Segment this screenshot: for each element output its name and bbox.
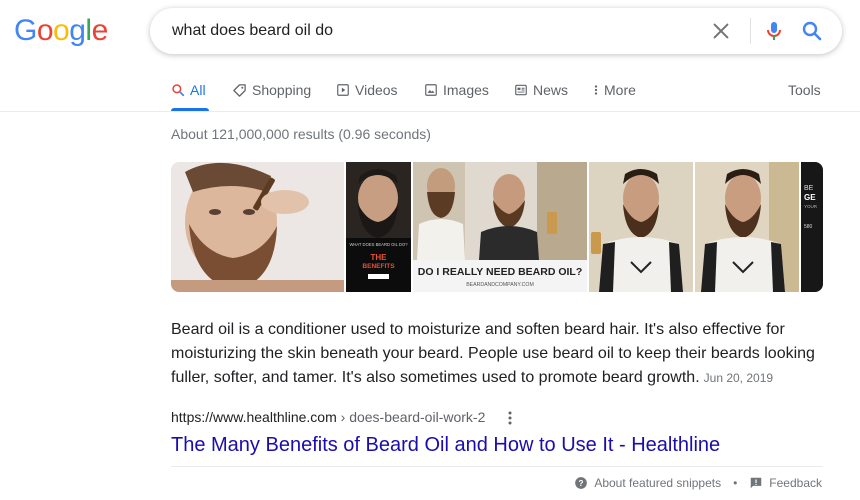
- footer-separator: •: [733, 476, 738, 490]
- thumb-caption: 580: [804, 224, 813, 230]
- svg-text:?: ?: [579, 479, 584, 488]
- tab-label: Images: [443, 82, 489, 98]
- tag-icon: [233, 83, 246, 97]
- image-thumbnail[interactable]: [589, 162, 693, 292]
- google-logo[interactable]: Google: [14, 16, 108, 46]
- tab-label: News: [533, 82, 569, 98]
- thumb-caption: GE: [804, 193, 816, 202]
- snippet-date: Jun 20, 2019: [703, 371, 774, 385]
- beard-growth-image: BE GE YOUR 580: [801, 162, 823, 292]
- search-divider: [750, 18, 751, 44]
- tools-label: Tools: [788, 82, 821, 98]
- svg-text:THE: THE: [371, 253, 388, 262]
- featured-snippet: Beard oil is a conditioner used to moist…: [171, 318, 821, 390]
- beard-benefits-image: WHAT DOES BEARD OIL DO? THE BENEFITS: [346, 162, 411, 292]
- snippet-divider: [171, 466, 823, 467]
- news-icon: [515, 84, 527, 96]
- image-thumbnail[interactable]: [695, 162, 799, 292]
- feedback-icon: [751, 477, 762, 489]
- thumb-caption-top: WHAT DOES BEARD OIL DO?: [349, 242, 408, 247]
- logo-letter: G: [14, 14, 37, 47]
- image-thumbnail[interactable]: DO I REALLY NEED BEARD OIL? BEARDANDCOMP…: [413, 162, 587, 292]
- logo-letter: o: [36, 14, 54, 47]
- tab-videos[interactable]: Videos: [336, 82, 398, 98]
- beard-man-photo-image: [589, 162, 693, 292]
- image-thumbnail[interactable]: BE GE YOUR 580: [801, 162, 823, 292]
- tab-label: Shopping: [252, 82, 312, 98]
- microphone-icon[interactable]: [762, 19, 786, 43]
- image-thumbnail[interactable]: [171, 162, 344, 292]
- result-url[interactable]: https://www.healthline.com › does-beard-…: [171, 409, 485, 425]
- active-tab-indicator: [171, 108, 209, 111]
- tab-news[interactable]: News: [514, 82, 568, 98]
- play-icon: [337, 84, 349, 96]
- tab-label: All: [190, 82, 206, 98]
- cite-path: › does-beard-oil-work-2: [336, 409, 486, 425]
- logo-letter: e: [91, 14, 109, 47]
- tab-label: More: [604, 82, 636, 98]
- logo-letter: o: [53, 14, 70, 47]
- tab-shopping[interactable]: Shopping: [232, 82, 311, 98]
- help-icon: ?: [575, 477, 588, 489]
- tab-all[interactable]: All: [171, 82, 206, 98]
- feedback-link[interactable]: Feedback: [769, 476, 822, 490]
- search-box[interactable]: what does beard oil do: [150, 8, 842, 54]
- clear-icon[interactable]: [710, 20, 732, 42]
- search-input[interactable]: what does beard oil do: [172, 22, 333, 40]
- tab-label: Videos: [355, 82, 398, 98]
- search-icon: [172, 84, 185, 97]
- about-featured-snippets-link[interactable]: About featured snippets: [594, 476, 721, 490]
- cite-domain: https://www.healthline.com: [171, 409, 337, 425]
- result-stats: About 121,000,000 results (0.96 seconds): [171, 126, 431, 142]
- thumb-caption: DO I REALLY NEED BEARD OIL?: [418, 266, 583, 278]
- result-title-link[interactable]: The Many Benefits of Beard Oil and How t…: [171, 434, 720, 457]
- more-vert-icon: [594, 85, 598, 95]
- more-options-icon[interactable]: [506, 410, 514, 426]
- image-thumbnail[interactable]: WHAT DOES BEARD OIL DO? THE BENEFITS: [346, 162, 411, 292]
- image-icon: [425, 84, 437, 96]
- tab-images[interactable]: Images: [424, 82, 489, 98]
- tools-button[interactable]: Tools: [788, 82, 821, 98]
- beard-man-photo-image: [695, 162, 799, 292]
- snippet-footer: ? About featured snippets • Feedback: [574, 476, 822, 490]
- image-strip: WHAT DOES BEARD OIL DO? THE BENEFITS DO …: [171, 162, 823, 292]
- logo-letter: g: [69, 14, 86, 47]
- search-tabs: All Shopping Videos Images News More Too…: [0, 74, 860, 112]
- search-icon[interactable]: [800, 19, 824, 43]
- svg-text:BENEFITS: BENEFITS: [362, 263, 395, 270]
- beard-oil-question-image: DO I REALLY NEED BEARD OIL? BEARDANDCOMP…: [413, 162, 587, 292]
- tab-more[interactable]: More: [593, 82, 636, 98]
- beard-photo-image: [171, 162, 344, 292]
- thumb-caption-sub: BEARDANDCOMPANY.COM: [466, 282, 534, 288]
- thumb-caption: BE: [804, 185, 814, 192]
- thumb-caption: YOUR: [804, 204, 818, 209]
